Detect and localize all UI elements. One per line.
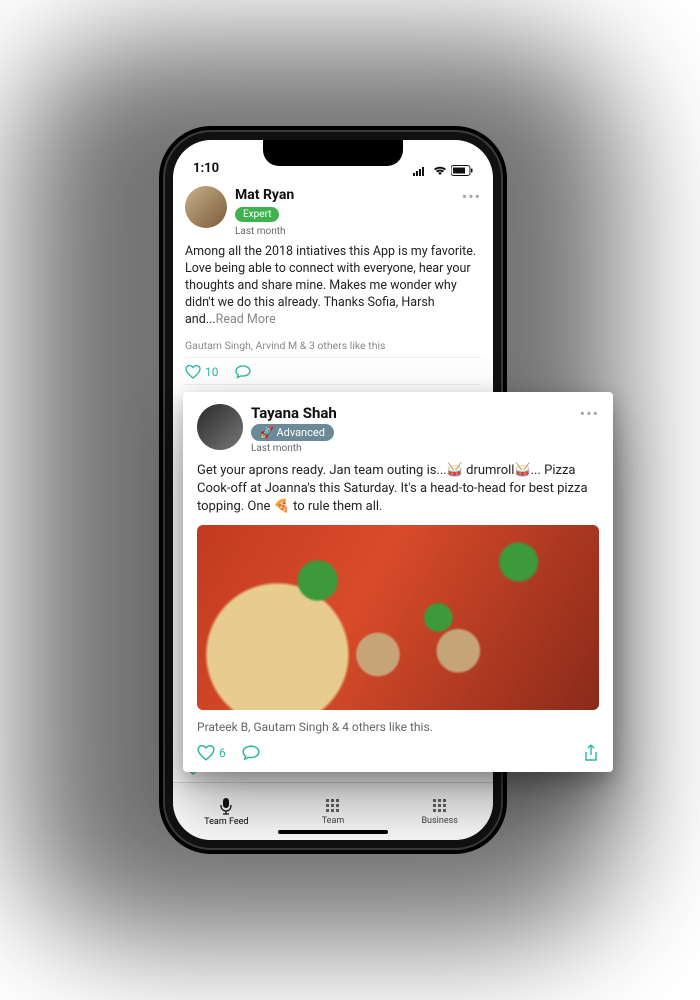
badge-label: Advanced	[276, 426, 324, 439]
mic-icon	[218, 797, 234, 815]
tab-label: Team	[322, 816, 345, 826]
post-author[interactable]: Mat Ryan	[235, 186, 454, 205]
floating-post-card: Tayana Shah 🚀 Advanced Last month ••• Ge…	[183, 392, 613, 772]
phone-notch	[263, 140, 403, 166]
post-timestamp: Last month	[235, 225, 454, 239]
more-icon[interactable]: •••	[580, 404, 599, 423]
likes-summary[interactable]: Prateek B, Gautam Singh & 4 others like …	[197, 720, 599, 734]
post-actions: 6	[197, 740, 599, 762]
home-indicator[interactable]	[278, 830, 388, 834]
status-icons	[413, 165, 473, 176]
like-button[interactable]: 10	[185, 364, 219, 380]
tab-business[interactable]: Business	[386, 783, 493, 840]
comment-button[interactable]	[235, 365, 251, 379]
post-image[interactable]	[197, 525, 599, 710]
wifi-icon	[433, 166, 447, 176]
tab-label: Business	[421, 816, 457, 826]
battery-icon	[451, 165, 473, 176]
post-header: Mat Ryan Expert Last month •••	[185, 186, 481, 238]
heart-icon	[185, 365, 201, 379]
tab-label: Team Feed	[204, 817, 248, 827]
avatar[interactable]	[197, 404, 243, 450]
comment-icon	[235, 365, 251, 379]
like-button[interactable]: 6	[197, 745, 226, 761]
post-author[interactable]: Tayana Shah	[251, 404, 572, 422]
heart-icon	[197, 745, 215, 761]
status-time: 1:10	[193, 161, 219, 176]
tab-team-feed[interactable]: Team Feed	[173, 783, 280, 840]
advanced-badge: 🚀 Advanced	[251, 424, 334, 441]
post-actions: 10	[185, 357, 481, 385]
share-icon	[583, 744, 599, 762]
expert-badge: Expert	[235, 207, 279, 223]
post-timestamp: Last month	[251, 443, 572, 454]
share-button[interactable]	[583, 744, 599, 762]
likes-summary[interactable]: Gautam Singh, Arvind M & 3 others like t…	[185, 339, 481, 353]
grid-icon	[432, 798, 448, 814]
post-body: Among all the 2018 intiatives this App i…	[185, 244, 481, 328]
avatar[interactable]	[185, 186, 227, 228]
post-body: Get your aprons ready. Jan team outing i…	[197, 462, 599, 517]
signal-icon	[413, 166, 429, 176]
read-more-link[interactable]: Read More	[216, 312, 276, 327]
like-count: 10	[205, 364, 219, 380]
comment-button[interactable]	[242, 745, 260, 761]
like-count: 6	[219, 746, 226, 760]
comment-icon	[242, 745, 260, 761]
post-header: Tayana Shah 🚀 Advanced Last month •••	[197, 404, 599, 454]
more-icon[interactable]: •••	[462, 186, 481, 208]
grid-icon	[325, 798, 341, 814]
